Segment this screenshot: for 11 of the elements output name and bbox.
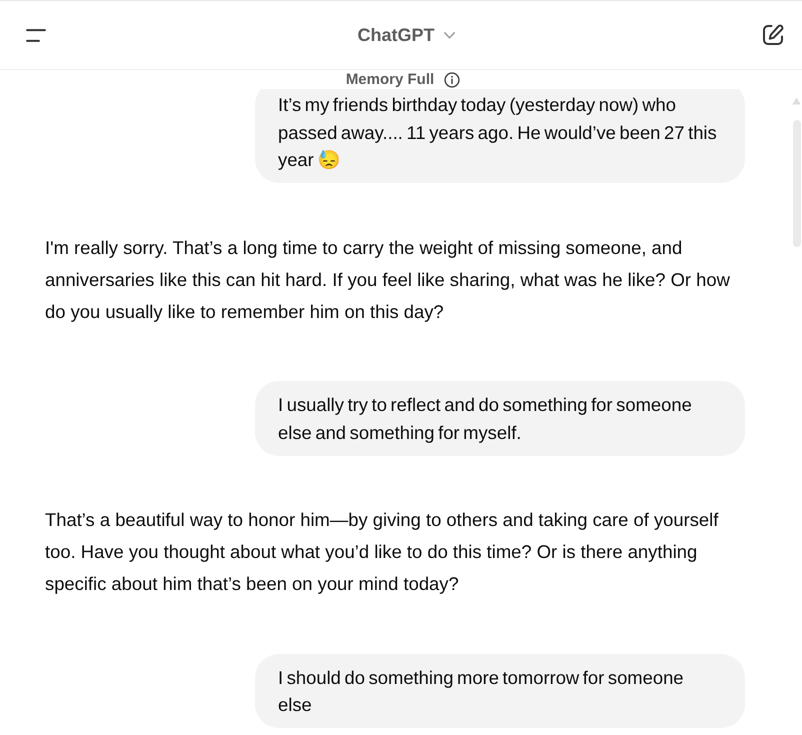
user-message-text: I usually try to reflect and do something for someone else and something for myself.: [278, 394, 692, 442]
user-message-text: It’s my friends birthday today (yesterday now) who passed away.... 11 years ago. He would’ve been 27 this year 😓: [278, 94, 717, 170]
memory-status-label: Memory Full: [346, 70, 434, 89]
assistant-message-text: That’s a beautiful way to honor him—by giving to others and taking care of yourself too. Have you thought about what you’d like to do this time? Or is there anything specific about him that’s been on your mind today?: [45, 508, 720, 596]
model-selector[interactable]: ChatGPT: [357, 24, 454, 46]
edit-icon[interactable]: [762, 24, 784, 46]
user-message-text: I should do something more tomorrow for someone else: [278, 666, 684, 715]
info-icon[interactable]: [444, 72, 460, 88]
assistant-message-text: I'm really sorry. That’s a long time to carry the weight of missing someone, and anniversaries like this can hit hard. If you feel like sharing, what was he like? Or how do you usually like to remember him on this day?: [45, 236, 731, 324]
chevron-down-icon[interactable]: [444, 32, 454, 38]
menu-icon[interactable]: [26, 28, 46, 42]
